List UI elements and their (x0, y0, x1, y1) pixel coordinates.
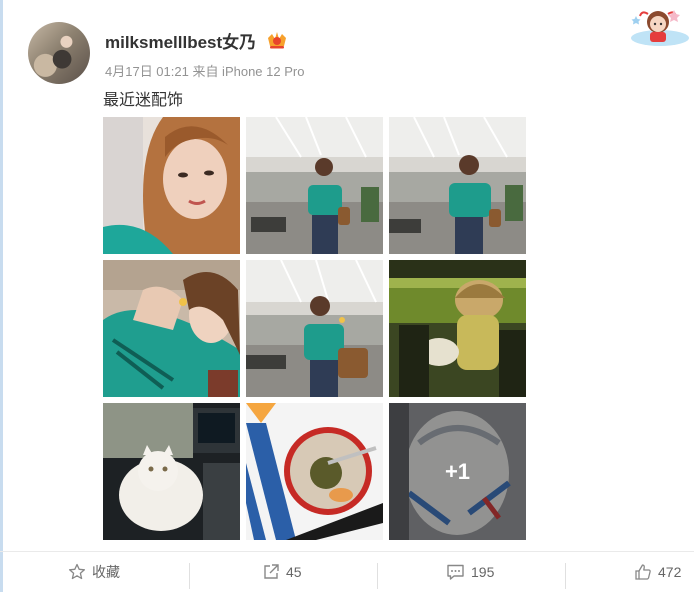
image-9[interactable]: +1 (389, 403, 526, 540)
image-4[interactable] (103, 260, 240, 397)
image-3[interactable] (389, 117, 526, 254)
post-text: 最近迷配饰 (103, 92, 184, 109)
star-icon (68, 563, 86, 580)
image-7[interactable] (103, 403, 240, 540)
image-5[interactable] (246, 260, 383, 397)
repost-icon (264, 564, 279, 579)
comment-icon (447, 564, 464, 580)
favorite-button[interactable]: 收藏 (68, 552, 120, 592)
left-border (0, 0, 3, 592)
vip-crown-icon[interactable] (266, 30, 288, 50)
more-images-count[interactable]: +1 (389, 403, 526, 540)
like-count: 472 (658, 564, 682, 580)
post-meta: 4月17日 01:21 来自 iPhone 12 Pro (105, 64, 305, 79)
avatar[interactable] (28, 22, 90, 84)
repost-button[interactable]: 45 (262, 552, 302, 592)
image-1[interactable] (103, 117, 240, 254)
comment-count: 195 (471, 564, 495, 580)
image-6[interactable] (389, 260, 526, 397)
username[interactable]: milksmelllbest女乃 (105, 28, 256, 53)
image-2[interactable] (246, 117, 383, 254)
action-separator (377, 563, 378, 589)
repost-count: 45 (286, 564, 302, 580)
thumbs-up-icon (635, 564, 651, 580)
like-button[interactable]: 472 (634, 552, 681, 592)
comment-button[interactable]: 195 (446, 552, 494, 592)
action-separator (189, 563, 190, 589)
image-8[interactable] (246, 403, 383, 540)
action-bar: 收藏 45 195 472 (0, 552, 694, 592)
action-separator (565, 563, 566, 589)
decoration-sticker-icon (631, 10, 689, 46)
favorite-label: 收藏 (92, 564, 120, 580)
